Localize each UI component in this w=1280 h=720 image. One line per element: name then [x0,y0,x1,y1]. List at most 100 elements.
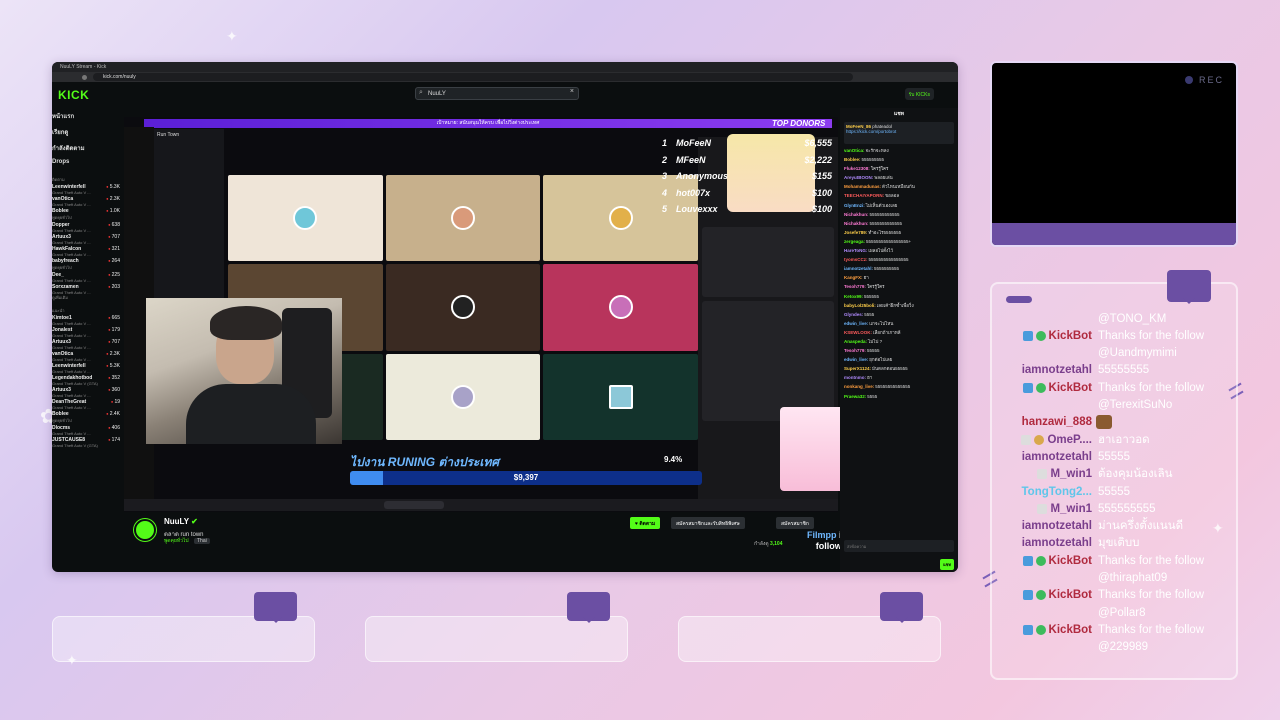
donor-rank: 5 [662,204,668,215]
rec-indicator: REC [1184,75,1224,85]
overlay-message: 555555555 [1098,502,1156,515]
chat-username[interactable]: Ketox99: [844,294,863,299]
left-sidebar: หน้าแรก เรียกดู กำลังติดตาม Drops ติดตาม Leen… [52,108,122,572]
chat-username[interactable]: KSEWLOOK: [844,330,872,335]
nav-item[interactable]: หน้าแรก [52,108,122,124]
language-tag[interactable]: Thai [194,538,210,544]
chat-username[interactable]: Praewa32: [844,394,866,399]
donor-row: 2 MFeeN $2,222 [662,152,832,169]
chat-username[interactable]: Boblee: [844,157,861,162]
subscribe-button[interactable]: สมัครสมาชิก [776,517,814,529]
donor-amount: $100 [811,187,832,198]
back-icon[interactable] [82,74,87,80]
pinned-message[interactable]: MoFeeN_86 phateadol https://kick.com/por… [844,122,954,144]
search-input[interactable]: ⌕ NuuLY × [415,87,579,100]
overlay-chat-line: M_win1 555555555 [992,500,1236,517]
chat-username[interactable]: iamnotzetahl: [844,266,873,271]
chat-message: GlynEnzi:ไม่เห็นตัวเองเลย [844,201,954,210]
chat-text: 5555 [864,311,875,317]
chat-username[interactable]: tyomsCCz: [844,257,868,262]
chat-bubble-icon [254,592,297,623]
chat-message: nonkang_live:55555555555555 [844,382,954,391]
kick-logo[interactable]: KICK [58,88,89,102]
chat-bubble-icon [567,592,610,623]
chat-message: HareToNG:เผลอไปตั้งไว้ [844,246,954,255]
chat-username[interactable]: babyLol25boli: [844,303,876,308]
subscribe-gift-button[interactable]: สมัครสมาชิกและรับสิทธิพิเศษ [671,517,745,529]
viewer-count: กำลังดู 3,104 [754,540,783,548]
donor-name: MoFeeN [676,138,712,149]
overlay-chat-line: KickBot Thanks for the follow [992,552,1236,569]
get-kicks-button[interactable]: รับ KICKs [904,88,934,100]
verified-icon: ✔ [191,517,198,526]
pinned-link[interactable]: https://kick.com/portobrot [846,129,896,134]
channel-viewers: 179 [108,327,120,333]
chat-text: ยุกต่อไปเลย [869,357,893,363]
chat-username[interactable]: HareToNG: [844,248,867,253]
bot-badge-icon [1022,330,1033,341]
chat-message: zergeaga:55555555555555555+ [844,237,954,246]
chat-message: Fluke12308:ใครรู้ใคร [844,164,954,173]
chat-username[interactable]: montnmo: [844,375,866,380]
chat-send-button[interactable]: แชท [940,559,954,570]
chat-username[interactable]: SuperX1124: [844,366,871,371]
stream-category[interactable]: พูดคุยทั่วไป Thai [164,537,210,545]
avatar [608,206,633,231]
channel-game: พูดคุยทั่วไป [52,418,72,423]
emote-icon [1096,415,1112,430]
nav-item[interactable]: เรียกดู [52,124,122,140]
chat-username[interactable]: AreyutBOON: [844,175,873,180]
chat-text: 55555555555555 [875,384,911,390]
chat-message: Tesoh779:ใครรู้ใคร [844,282,954,291]
overlay-message: 55555 [1098,450,1130,463]
donor-amount: $2,222 [804,154,832,165]
browser-tab[interactable]: NuuLY Stream - Kick [60,64,106,70]
browser-window: NuuLY Stream - Kick kick.com/nuuly KICK … [52,62,958,572]
nav-item[interactable]: Drops [52,156,122,168]
overlay-chat-line: @TerexitSuNo [992,397,1236,414]
chat-username[interactable]: Mohammadunas: [844,184,881,189]
channel-viewers: 5.3K [106,184,120,190]
chat-message: Nichakhun:555555555555 [844,210,954,219]
chat-username[interactable]: vanOtica: [844,148,865,153]
chat-username[interactable]: Glyndes: [844,312,863,317]
donor-row: 3 Anonymous $155 [662,168,832,185]
streamer-name[interactable]: NuuLY ✔ [164,517,198,526]
chat-username[interactable]: nonkang_live: [844,384,874,389]
embed-card [702,301,834,421]
chat-input[interactable]: ส่งข้อความ [844,540,954,552]
overlay-chat-line: M_win1 ต้องคุมน้องเลิน [992,466,1236,483]
chat-username[interactable]: zergeaga: [844,239,865,244]
overlay-user-block: KickBot [992,624,1092,636]
donor-amount: $6,555 [804,138,832,149]
chat-message: Anaspeda:ไม่ไป ? [844,337,954,346]
chat-username[interactable]: TEECHAIYAPORN: [844,193,884,198]
show-more-link[interactable]: ดูเพิ่มเติม [52,294,122,301]
windows-taskbar [124,499,838,511]
overlay-username: OmeP.... [1047,433,1092,446]
chat-text: 555555555555 [869,211,900,217]
streamer-avatar[interactable] [134,519,156,541]
chat-username[interactable]: Tesoh779: [844,348,866,353]
chat-text: แกจะไปไหน [869,320,894,326]
chat-text: 5555555555555 [869,220,903,226]
chat-username[interactable]: KangFX: [844,275,863,280]
chat-username[interactable]: edwin_live: [844,357,868,362]
chat-username[interactable]: Josefe789: [844,230,867,235]
chat-username[interactable]: Anaspeda: [844,339,867,344]
chat-username[interactable]: edwin_live: [844,321,868,326]
chat-username[interactable]: GlynEnzi: [844,203,865,208]
stream-player[interactable]: เป้าหมาย: สนับสนุนให้ครบ เพื่อไปวิ่งต่าง… [124,117,867,551]
follow-button[interactable]: ♥ ติดตาม [630,517,661,529]
chat-username[interactable]: Tesoh779: [844,284,866,289]
clear-search-icon[interactable]: × [570,88,574,95]
chat-bubble-icon [1167,270,1211,304]
url-field[interactable]: kick.com/nuuly [93,73,853,81]
nav-item[interactable]: กำลังติดตาม [52,140,122,156]
chat-message: edwin_live:ยุกต่อไปเลย [844,355,954,364]
sparkle-icon: ✦ [226,28,238,44]
chat-username[interactable]: Fluke12308: [844,166,870,171]
chat-username[interactable]: Nichakhun: [844,212,869,217]
chat-username[interactable]: Nichakhun: [844,221,869,226]
channel-viewers: 225 [108,272,120,278]
